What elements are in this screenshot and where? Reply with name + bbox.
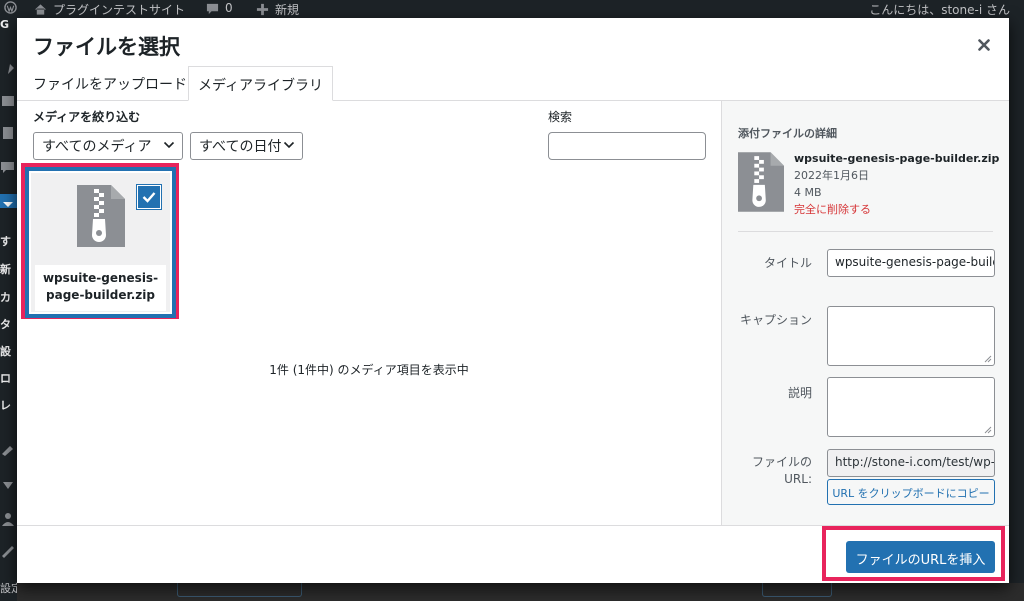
media-count-text: 1件 (1件中) のメディア項目を表示中 xyxy=(269,363,469,377)
side-menu-label[interactable]: カ xyxy=(0,289,11,305)
close-button[interactable] xyxy=(973,34,995,56)
admin-bar: プラグインテストサイト 0 新規 こんにちは、stone-i さん xyxy=(0,0,1024,18)
tools-icon[interactable] xyxy=(0,544,17,558)
date-filter-value: すべての日付 xyxy=(199,139,282,155)
new-label: 新規 xyxy=(275,3,300,17)
zip-file-icon xyxy=(738,152,784,212)
file-info: wpsuite-genesis-page-builder.zip 2022年1月… xyxy=(794,150,999,218)
pin-icon[interactable] xyxy=(0,62,17,76)
home-icon xyxy=(34,4,47,15)
admin-bar-comments[interactable]: 0 xyxy=(206,1,233,15)
plugins-icon[interactable] xyxy=(0,476,17,490)
comment-count: 0 xyxy=(225,1,233,15)
zip-file-icon xyxy=(77,185,125,247)
side-menu-label[interactable]: 設 xyxy=(0,343,11,359)
modal-tabs: ファイルをアップロード メディアライブラリ xyxy=(17,66,1009,101)
details-heading: 添付ファイルの詳細 xyxy=(738,127,837,140)
media-modal: ファイルを選択 ファイルをアップロード メディアライブラリ メディアを絞り込む … xyxy=(17,18,1009,583)
file-url-label: ファイルの URL: xyxy=(751,455,812,486)
search-label: 検索 xyxy=(548,110,573,124)
date-filter[interactable]: すべての日付 xyxy=(190,132,303,160)
comment-icon xyxy=(206,3,219,14)
side-menu-label[interactable]: タ xyxy=(0,316,11,332)
admin-bar-site[interactable]: プラグインテストサイト xyxy=(34,1,185,18)
file-url-field[interactable]: http://stone-i.com/test/wp-content/uploa… xyxy=(827,449,995,477)
filter-heading: メディアを絞り込む xyxy=(33,110,141,124)
tab-upload-files[interactable]: ファイルをアップロード xyxy=(24,66,196,101)
chevron-down-icon xyxy=(163,141,175,149)
attachment-filename: wpsuite-genesis-page-builder.zip xyxy=(35,265,166,311)
resize-handle-icon[interactable] xyxy=(984,426,992,434)
caption-label: キャプション xyxy=(739,313,812,327)
site-name: プラグインテストサイト xyxy=(53,3,186,17)
side-menu-label[interactable]: ロ xyxy=(0,370,11,386)
side-menu-label[interactable]: G xyxy=(0,18,9,31)
sidebar-divider xyxy=(738,231,993,232)
attachment-details-sidebar: 添付ファイルの詳細 wpsuite-genesis-page-builder.z… xyxy=(721,101,1009,525)
media-icon[interactable] xyxy=(0,94,17,108)
brush-icon[interactable] xyxy=(0,442,17,456)
media-type-filter[interactable]: すべてのメディア xyxy=(33,132,183,160)
side-menu-label[interactable]: 新 xyxy=(0,261,11,277)
search-input[interactable] xyxy=(548,132,706,160)
greeting-text: こんにちは、stone-i さん xyxy=(869,3,1010,17)
resize-handle-icon[interactable] xyxy=(984,355,992,363)
details-filename: wpsuite-genesis-page-builder.zip xyxy=(794,152,1000,165)
details-size: 4 MB xyxy=(794,186,822,199)
background-page-strip xyxy=(17,583,1024,601)
media-browser: メディアを絞り込む すべてのメディア すべての日付 検索 wpsuite-gen… xyxy=(17,101,721,525)
description-field[interactable] xyxy=(827,377,995,437)
plus-icon xyxy=(256,3,269,16)
pages-icon[interactable] xyxy=(0,126,17,140)
admin-bar-new[interactable]: 新規 xyxy=(256,1,299,18)
side-menu-label[interactable]: レ xyxy=(0,397,11,413)
admin-side-menu: G す 新 カ タ 設 ロ レ 設定 xyxy=(0,18,17,601)
side-menu-label[interactable]: 設定 xyxy=(0,580,17,596)
attachment-check-button[interactable] xyxy=(137,185,161,209)
chevron-down-icon xyxy=(283,141,295,149)
checkmark-icon xyxy=(142,192,156,203)
caption-field[interactable] xyxy=(827,306,995,366)
comments-menu-icon[interactable] xyxy=(0,160,17,174)
close-icon xyxy=(978,39,990,51)
title-label: タイトル xyxy=(763,256,812,270)
copy-url-button[interactable]: URL をクリップボードにコピー xyxy=(827,479,995,505)
modal-footer: ファイルのURLを挿入 xyxy=(17,525,1009,583)
modal-title: ファイルを選択 xyxy=(33,35,180,59)
background-button xyxy=(762,583,832,597)
tab-media-library[interactable]: メディアライブラリ xyxy=(188,66,334,101)
insert-file-url-button[interactable]: ファイルのURLを挿入 xyxy=(846,541,995,573)
admin-bar-greeting[interactable]: こんにちは、stone-i さん xyxy=(869,1,1010,18)
title-field[interactable]: wpsuite-genesis-page-builder xyxy=(827,249,995,277)
plugin-active-icon[interactable] xyxy=(0,194,17,208)
media-type-value: すべてのメディア xyxy=(42,139,152,155)
description-label: 説明 xyxy=(787,386,812,400)
background-button xyxy=(177,583,302,597)
delete-permanently-link[interactable]: 完全に削除する xyxy=(794,201,999,218)
users-icon[interactable] xyxy=(0,512,17,526)
wp-logo-icon[interactable] xyxy=(4,1,17,14)
details-date: 2022年1月6日 xyxy=(794,169,869,182)
side-menu-label[interactable]: す xyxy=(0,233,11,249)
